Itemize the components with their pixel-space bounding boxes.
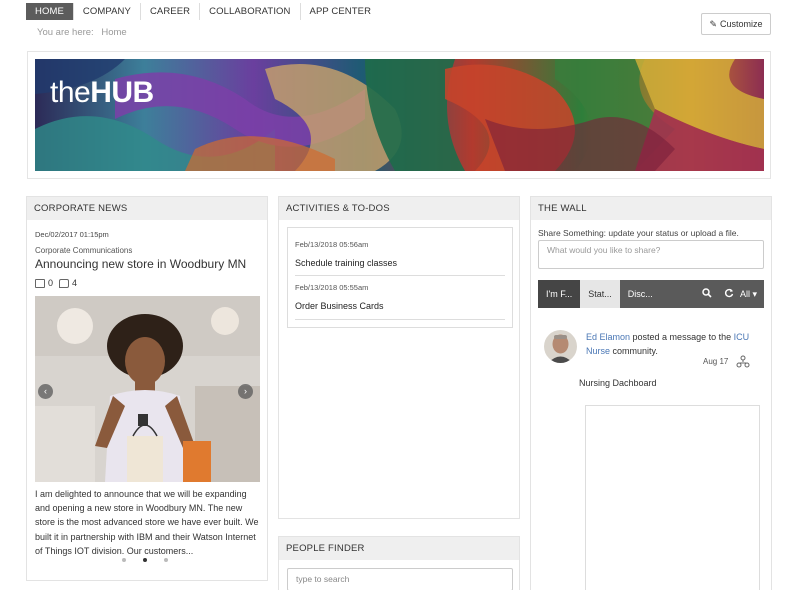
customize-label: Customize: [720, 19, 763, 29]
activities-heading: ACTIVITIES & TO-DOS: [279, 197, 519, 220]
banner-frame: theHUB: [27, 51, 771, 179]
list-item[interactable]: Feb/13/2018 05:56am Schedule training cl…: [295, 240, 505, 276]
post-title: Nursing Dachboard: [579, 378, 657, 388]
the-hub-logo: theHUB: [50, 76, 154, 109]
news-date: Dec/02/2017 01:15pm: [35, 230, 109, 239]
tab-discussions[interactable]: Disc...: [620, 280, 661, 308]
shopping-woman-photo: [35, 296, 260, 482]
news-next-button[interactable]: ›: [238, 384, 253, 399]
activities-panel: ACTIVITIES & TO-DOS Feb/13/2018 05:56am …: [278, 196, 520, 519]
banner-image: theHUB: [35, 59, 764, 171]
carousel-dots: [122, 558, 168, 562]
avatar[interactable]: [544, 330, 577, 363]
nav-item-collaboration[interactable]: COLLABORATION: [200, 3, 301, 20]
views-icon: [35, 279, 45, 289]
nav-item-company[interactable]: COMPANY: [73, 3, 141, 20]
breadcrumb-home-link[interactable]: Home: [101, 27, 126, 38]
nav-item-career[interactable]: CAREER: [140, 3, 201, 20]
comments-icon[interactable]: [59, 279, 70, 289]
carousel-dot[interactable]: [122, 558, 126, 562]
wall-heading: THE WALL: [531, 197, 771, 220]
chevron-right-icon: ›: [244, 386, 247, 396]
share-input[interactable]: What would you like to share?: [538, 240, 764, 269]
nav-item-home[interactable]: HOME: [26, 3, 74, 20]
activity-title: Schedule training classes: [295, 258, 398, 268]
refresh-icon[interactable]: [718, 288, 740, 301]
top-nav: HOME COMPANY CAREER COLLABORATION APP CE…: [26, 3, 381, 20]
tab-im-following[interactable]: I'm F...: [538, 280, 581, 308]
post-text: Ed Elamon posted a message to the ICU Nu…: [586, 332, 750, 356]
the-wall-panel: THE WALL Share Something: update your st…: [530, 196, 772, 590]
activity-date: Feb/13/2018 05:55am: [295, 283, 369, 292]
news-title-link[interactable]: Announcing new store in Woodbury MN: [35, 257, 246, 271]
news-stats: 0 4: [35, 278, 78, 289]
news-body: I am delighted to announce that we will …: [35, 489, 259, 556]
views-count: 0: [48, 278, 54, 288]
carousel-dot[interactable]: [164, 558, 168, 562]
people-search-input[interactable]: type to search: [287, 568, 513, 590]
breadcrumb-prefix: You are here:: [37, 27, 94, 38]
post-embed-frame: [585, 405, 760, 590]
activities-list: Feb/13/2018 05:56am Schedule training cl…: [287, 227, 513, 328]
list-item[interactable]: Feb/13/2018 05:55am Order Business Cards: [295, 283, 505, 320]
chevron-left-icon: ‹: [44, 386, 47, 396]
carousel-dot-active[interactable]: [143, 558, 147, 562]
filter-all-dropdown[interactable]: All ▾: [740, 289, 764, 300]
corporate-news-heading: CORPORATE NEWS: [27, 197, 267, 220]
activity-title: Order Business Cards: [295, 301, 384, 311]
corporate-news-panel: CORPORATE NEWS Dec/02/2017 01:15pm Corpo…: [26, 196, 268, 581]
share-label: Share Something: update your status or u…: [538, 228, 739, 238]
post-date: Aug 17: [703, 357, 729, 366]
customize-button[interactable]: ✎ Customize: [701, 13, 771, 35]
comments-count: 4: [72, 278, 78, 288]
post-author-link[interactable]: Ed Elamon: [586, 332, 630, 342]
breadcrumb: You are here: Home: [37, 27, 132, 38]
nav-item-app-center[interactable]: APP CENTER: [300, 3, 381, 20]
search-icon[interactable]: [696, 287, 718, 301]
wall-tabs: I'm F... Stat... Disc... All ▾: [538, 280, 764, 308]
community-icon[interactable]: [736, 355, 750, 369]
pencil-icon: ✎: [709, 19, 718, 29]
news-image[interactable]: ‹ ›: [35, 296, 260, 482]
people-finder-heading: PEOPLE FINDER: [279, 537, 519, 560]
tab-status[interactable]: Stat...: [580, 280, 620, 308]
people-finder-panel: PEOPLE FINDER type to search: [278, 536, 520, 590]
news-category: Corporate Communications: [35, 246, 133, 255]
activity-date: Feb/13/2018 05:56am: [295, 240, 369, 249]
news-prev-button[interactable]: ‹: [38, 384, 53, 399]
